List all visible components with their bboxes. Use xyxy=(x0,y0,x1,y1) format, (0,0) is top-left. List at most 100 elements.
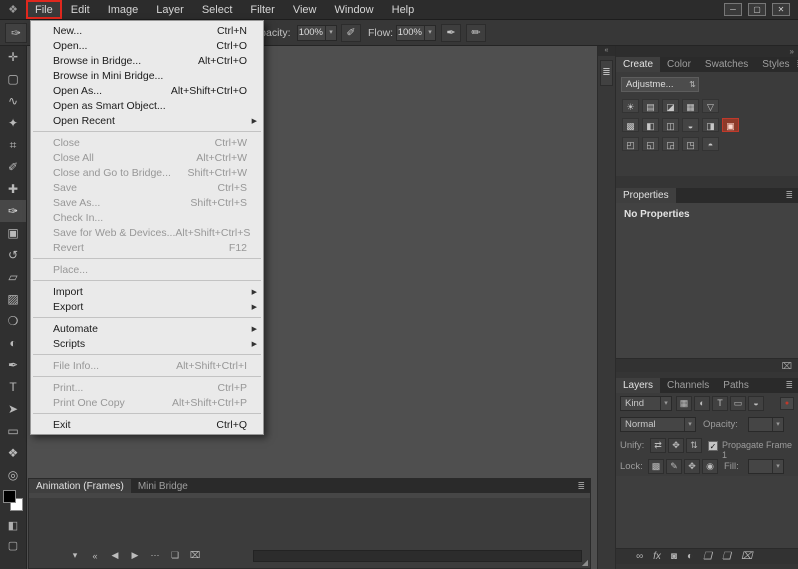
file-menu-item-open-recent[interactable]: Open Recent▶ xyxy=(31,113,263,128)
opacity-dropdown[interactable]: 100% ▾ xyxy=(297,25,337,41)
unify-position-icon[interactable]: ⇄ xyxy=(650,438,666,453)
lock-position-icon[interactable]: ✥ xyxy=(684,459,700,474)
pressure-opacity-icon[interactable]: ✐ xyxy=(341,24,361,42)
menu-window[interactable]: Window xyxy=(326,0,383,19)
layer-filter-toggle[interactable]: ● xyxy=(780,397,794,410)
healing-brush-tool-icon[interactable]: ✚ xyxy=(0,178,26,200)
blend-mode-dropdown[interactable]: Normal ▾ xyxy=(620,417,696,432)
file-menu-item-automate[interactable]: Automate▶ xyxy=(31,321,263,336)
minimize-icon[interactable]: ─ xyxy=(724,3,742,16)
quick-selection-tool-icon[interactable]: ✦ xyxy=(0,112,26,134)
collapse-dock-icon[interactable]: » xyxy=(616,46,798,57)
blur-tool-icon[interactable]: ❍ xyxy=(0,310,26,332)
delete-layer-icon[interactable]: ⌧ xyxy=(741,551,753,562)
type-tool-icon[interactable]: T xyxy=(0,376,26,398)
resize-grip[interactable]: ◢ xyxy=(582,558,588,567)
pixel-layer-filter-icon[interactable]: ▦ xyxy=(676,396,692,411)
expand-panels-icon[interactable]: « xyxy=(598,46,615,56)
panel-menu-icon[interactable]: ≣ xyxy=(577,479,590,493)
marquee-tool-icon[interactable]: ▢ xyxy=(0,68,26,90)
dodge-tool-icon[interactable]: ◐ xyxy=(0,332,26,354)
menu-layer[interactable]: Layer xyxy=(147,0,193,19)
gradient-tool-icon[interactable]: ▨ xyxy=(0,288,26,310)
rectangle-tool-icon[interactable]: ▭ xyxy=(0,420,26,442)
file-menu-item-exit[interactable]: ExitCtrl+Q xyxy=(31,417,263,432)
propagate-checkbox[interactable]: ✓ xyxy=(708,441,718,451)
panel-menu-icon[interactable]: ≣ xyxy=(785,188,798,203)
flow-dropdown[interactable]: 100% ▾ xyxy=(396,25,436,41)
lock-transparency-icon[interactable]: ▩ xyxy=(648,459,664,474)
play-button[interactable]: ▶ xyxy=(129,550,141,561)
adjustment-icon[interactable]: ▦ xyxy=(682,99,699,113)
zoom-tool-icon[interactable]: ◎ xyxy=(0,464,26,486)
file-menu-item-open-as[interactable]: Open As...Alt+Shift+Ctrl+O xyxy=(31,83,263,98)
airbrush-icon[interactable]: ✒ xyxy=(441,24,461,42)
panel-menu-icon[interactable]: ≣ xyxy=(785,378,798,393)
file-menu-item-file-info[interactable]: File Info...Alt+Shift+Ctrl+I xyxy=(31,358,263,373)
history-brush-tool-icon[interactable]: ↺ xyxy=(0,244,26,266)
frame-options-dropdown-icon[interactable]: ▾ xyxy=(69,550,81,561)
lock-paint-icon[interactable]: ✎ xyxy=(666,459,682,474)
tab-create[interactable]: Create xyxy=(616,57,660,72)
adjustment-icon[interactable]: ☀ xyxy=(622,99,639,113)
file-menu-item-save-for-web-devices[interactable]: Save for Web & Devices...Alt+Shift+Ctrl+… xyxy=(31,225,263,240)
file-menu-item-open[interactable]: Open...Ctrl+O xyxy=(31,38,263,53)
tween-button[interactable]: ⋯ xyxy=(149,550,161,561)
adjustment-icon[interactable]: ◲ xyxy=(662,137,679,151)
layer-style-icon[interactable]: fx xyxy=(653,551,661,562)
menu-filter[interactable]: Filter xyxy=(241,0,283,19)
restore-icon[interactable]: ▢ xyxy=(748,3,766,16)
adjustment-icon[interactable]: ◨ xyxy=(702,118,719,132)
brush-preset-icon[interactable]: ✑ xyxy=(5,23,27,43)
menu-edit[interactable]: Edit xyxy=(62,0,99,19)
menu-image[interactable]: Image xyxy=(99,0,148,19)
clone-stamp-tool-icon[interactable]: ▣ xyxy=(0,222,26,244)
unify-style-icon[interactable]: ⇅ xyxy=(686,438,702,453)
file-menu-item-browse-in-mini-bridge[interactable]: Browse in Mini Bridge... xyxy=(31,68,263,83)
adjustment-icon[interactable]: ▩ xyxy=(622,118,639,132)
tab-layers[interactable]: Layers xyxy=(616,378,660,393)
file-menu-item-close-all[interactable]: Close AllAlt+Ctrl+W xyxy=(31,150,263,165)
file-menu-item-close-and-go-to-bridge[interactable]: Close and Go to Bridge...Shift+Ctrl+W xyxy=(31,165,263,180)
collapsed-panel-icon[interactable]: ≣ xyxy=(600,60,613,86)
tab-swatches[interactable]: Swatches xyxy=(698,57,755,72)
file-menu-item-close[interactable]: CloseCtrl+W xyxy=(31,135,263,150)
adjustment-icon[interactable]: ▽ xyxy=(702,99,719,113)
new-adjustment-layer-icon[interactable]: ◐ xyxy=(687,551,693,562)
file-menu-item-save[interactable]: SaveCtrl+S xyxy=(31,180,263,195)
pen-tool-icon[interactable]: ✒ xyxy=(0,354,26,376)
menu-view[interactable]: View xyxy=(284,0,326,19)
adjustment-icon[interactable]: ◧ xyxy=(642,118,659,132)
tab-mini-bridge[interactable]: Mini Bridge xyxy=(131,479,195,493)
file-menu-item-place[interactable]: Place... xyxy=(31,262,263,277)
layers-opacity-dropdown[interactable]: ▾ xyxy=(748,417,784,432)
first-frame-button[interactable]: « xyxy=(89,551,101,561)
file-menu-item-browse-in-bridge[interactable]: Browse in Bridge...Alt+Ctrl+O xyxy=(31,53,263,68)
brush-tool-icon[interactable]: ✑ xyxy=(0,200,26,222)
menu-select[interactable]: Select xyxy=(193,0,242,19)
file-menu-item-export[interactable]: Export▶ xyxy=(31,299,263,314)
file-menu-item-scripts[interactable]: Scripts▶ xyxy=(31,336,263,351)
screen-mode-icon[interactable]: ▢ xyxy=(0,536,26,556)
adjustment-icon[interactable]: ◒ xyxy=(682,118,699,132)
adjustment-icon[interactable]: ◰ xyxy=(622,137,639,151)
layer-mask-icon[interactable]: ◙ xyxy=(671,551,677,562)
tab-paths[interactable]: Paths xyxy=(716,378,756,393)
smart-object-filter-icon[interactable]: ◒ xyxy=(748,396,764,411)
tab-channels[interactable]: Channels xyxy=(660,378,716,393)
file-menu-item-revert[interactable]: RevertF12 xyxy=(31,240,263,255)
crop-tool-icon[interactable]: ⌗ xyxy=(0,134,26,156)
file-menu-item-check-in[interactable]: Check In... xyxy=(31,210,263,225)
tab-color[interactable]: Color xyxy=(660,57,698,72)
move-tool-icon[interactable]: ✛ xyxy=(0,46,26,68)
new-layer-icon[interactable]: ❏ xyxy=(722,551,731,562)
layer-filter-kind-dropdown[interactable]: Kind ▾ xyxy=(620,396,672,411)
adjustment-icon[interactable]: ◪ xyxy=(662,99,679,113)
type-layer-filter-icon[interactable]: T xyxy=(712,396,728,411)
brush-smoothing-icon[interactable]: ✏ xyxy=(466,24,486,42)
quick-mask-icon[interactable]: ◧ xyxy=(0,516,26,536)
file-menu-item-import[interactable]: Import▶ xyxy=(31,284,263,299)
lock-all-icon[interactable]: ◉ xyxy=(702,459,718,474)
file-menu-item-open-as-smart-object[interactable]: Open as Smart Object... xyxy=(31,98,263,113)
file-menu-item-save-as[interactable]: Save As...Shift+Ctrl+S xyxy=(31,195,263,210)
